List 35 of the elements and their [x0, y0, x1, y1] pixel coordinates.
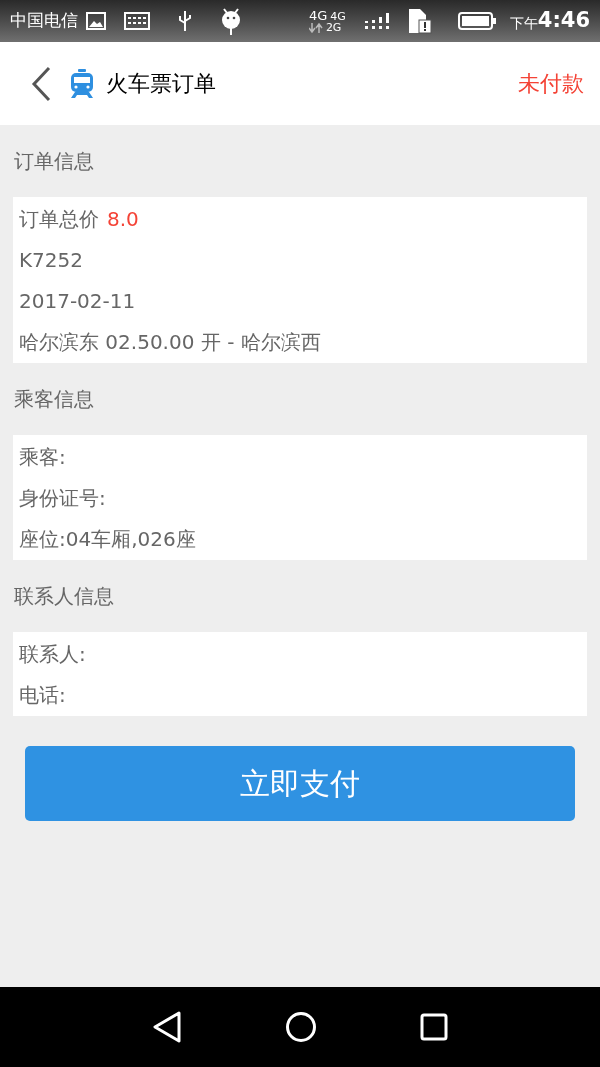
- data-arrows-icon: [308, 22, 323, 33]
- section-title: 订单信息: [14, 148, 94, 175]
- battery-icon: [457, 12, 496, 30]
- info-text: 哈尔滨东 02.50.00 开 - 哈尔滨西: [19, 328, 321, 356]
- carrier-name: 中国电信: [10, 9, 78, 33]
- back-icon: [31, 65, 51, 102]
- page-title: 火车票订单: [106, 70, 216, 98]
- signal-icon: [363, 11, 390, 31]
- usb-icon: [178, 10, 192, 32]
- order-status: 未付款: [518, 70, 584, 98]
- time-period: 下午: [509, 14, 538, 33]
- info-text: 座位:04车厢,026座: [19, 525, 196, 553]
- network-type: 4G: [330, 11, 346, 22]
- home-icon[interactable]: [285, 1011, 317, 1043]
- train-icon: [70, 68, 94, 99]
- image-icon: [86, 12, 106, 30]
- network-type: 4G: [308, 9, 328, 22]
- info-text: 2017-02-11: [19, 287, 136, 315]
- section-title: 乘客信息: [14, 386, 94, 413]
- price-value: 8.0: [107, 205, 139, 233]
- section-title: 联系人信息: [14, 583, 114, 610]
- back-nav-icon[interactable]: [151, 1011, 182, 1043]
- sim-alert-icon: [407, 8, 432, 34]
- price-label: 订单总价: [19, 205, 99, 233]
- info-text: 联系人:: [19, 640, 86, 668]
- info-text: 乘客:: [19, 443, 66, 471]
- clock-time: 4:46: [537, 7, 590, 35]
- info-text: K7252: [19, 246, 83, 274]
- network-type: 2G: [325, 22, 342, 33]
- recent-apps-icon[interactable]: [420, 1013, 449, 1041]
- info-text: 身份证号:: [19, 484, 106, 512]
- keyboard-icon: [124, 12, 150, 30]
- android-icon: [220, 7, 242, 35]
- pay-button[interactable]: 立即支付: [25, 746, 575, 821]
- info-text: 电话:: [19, 681, 66, 709]
